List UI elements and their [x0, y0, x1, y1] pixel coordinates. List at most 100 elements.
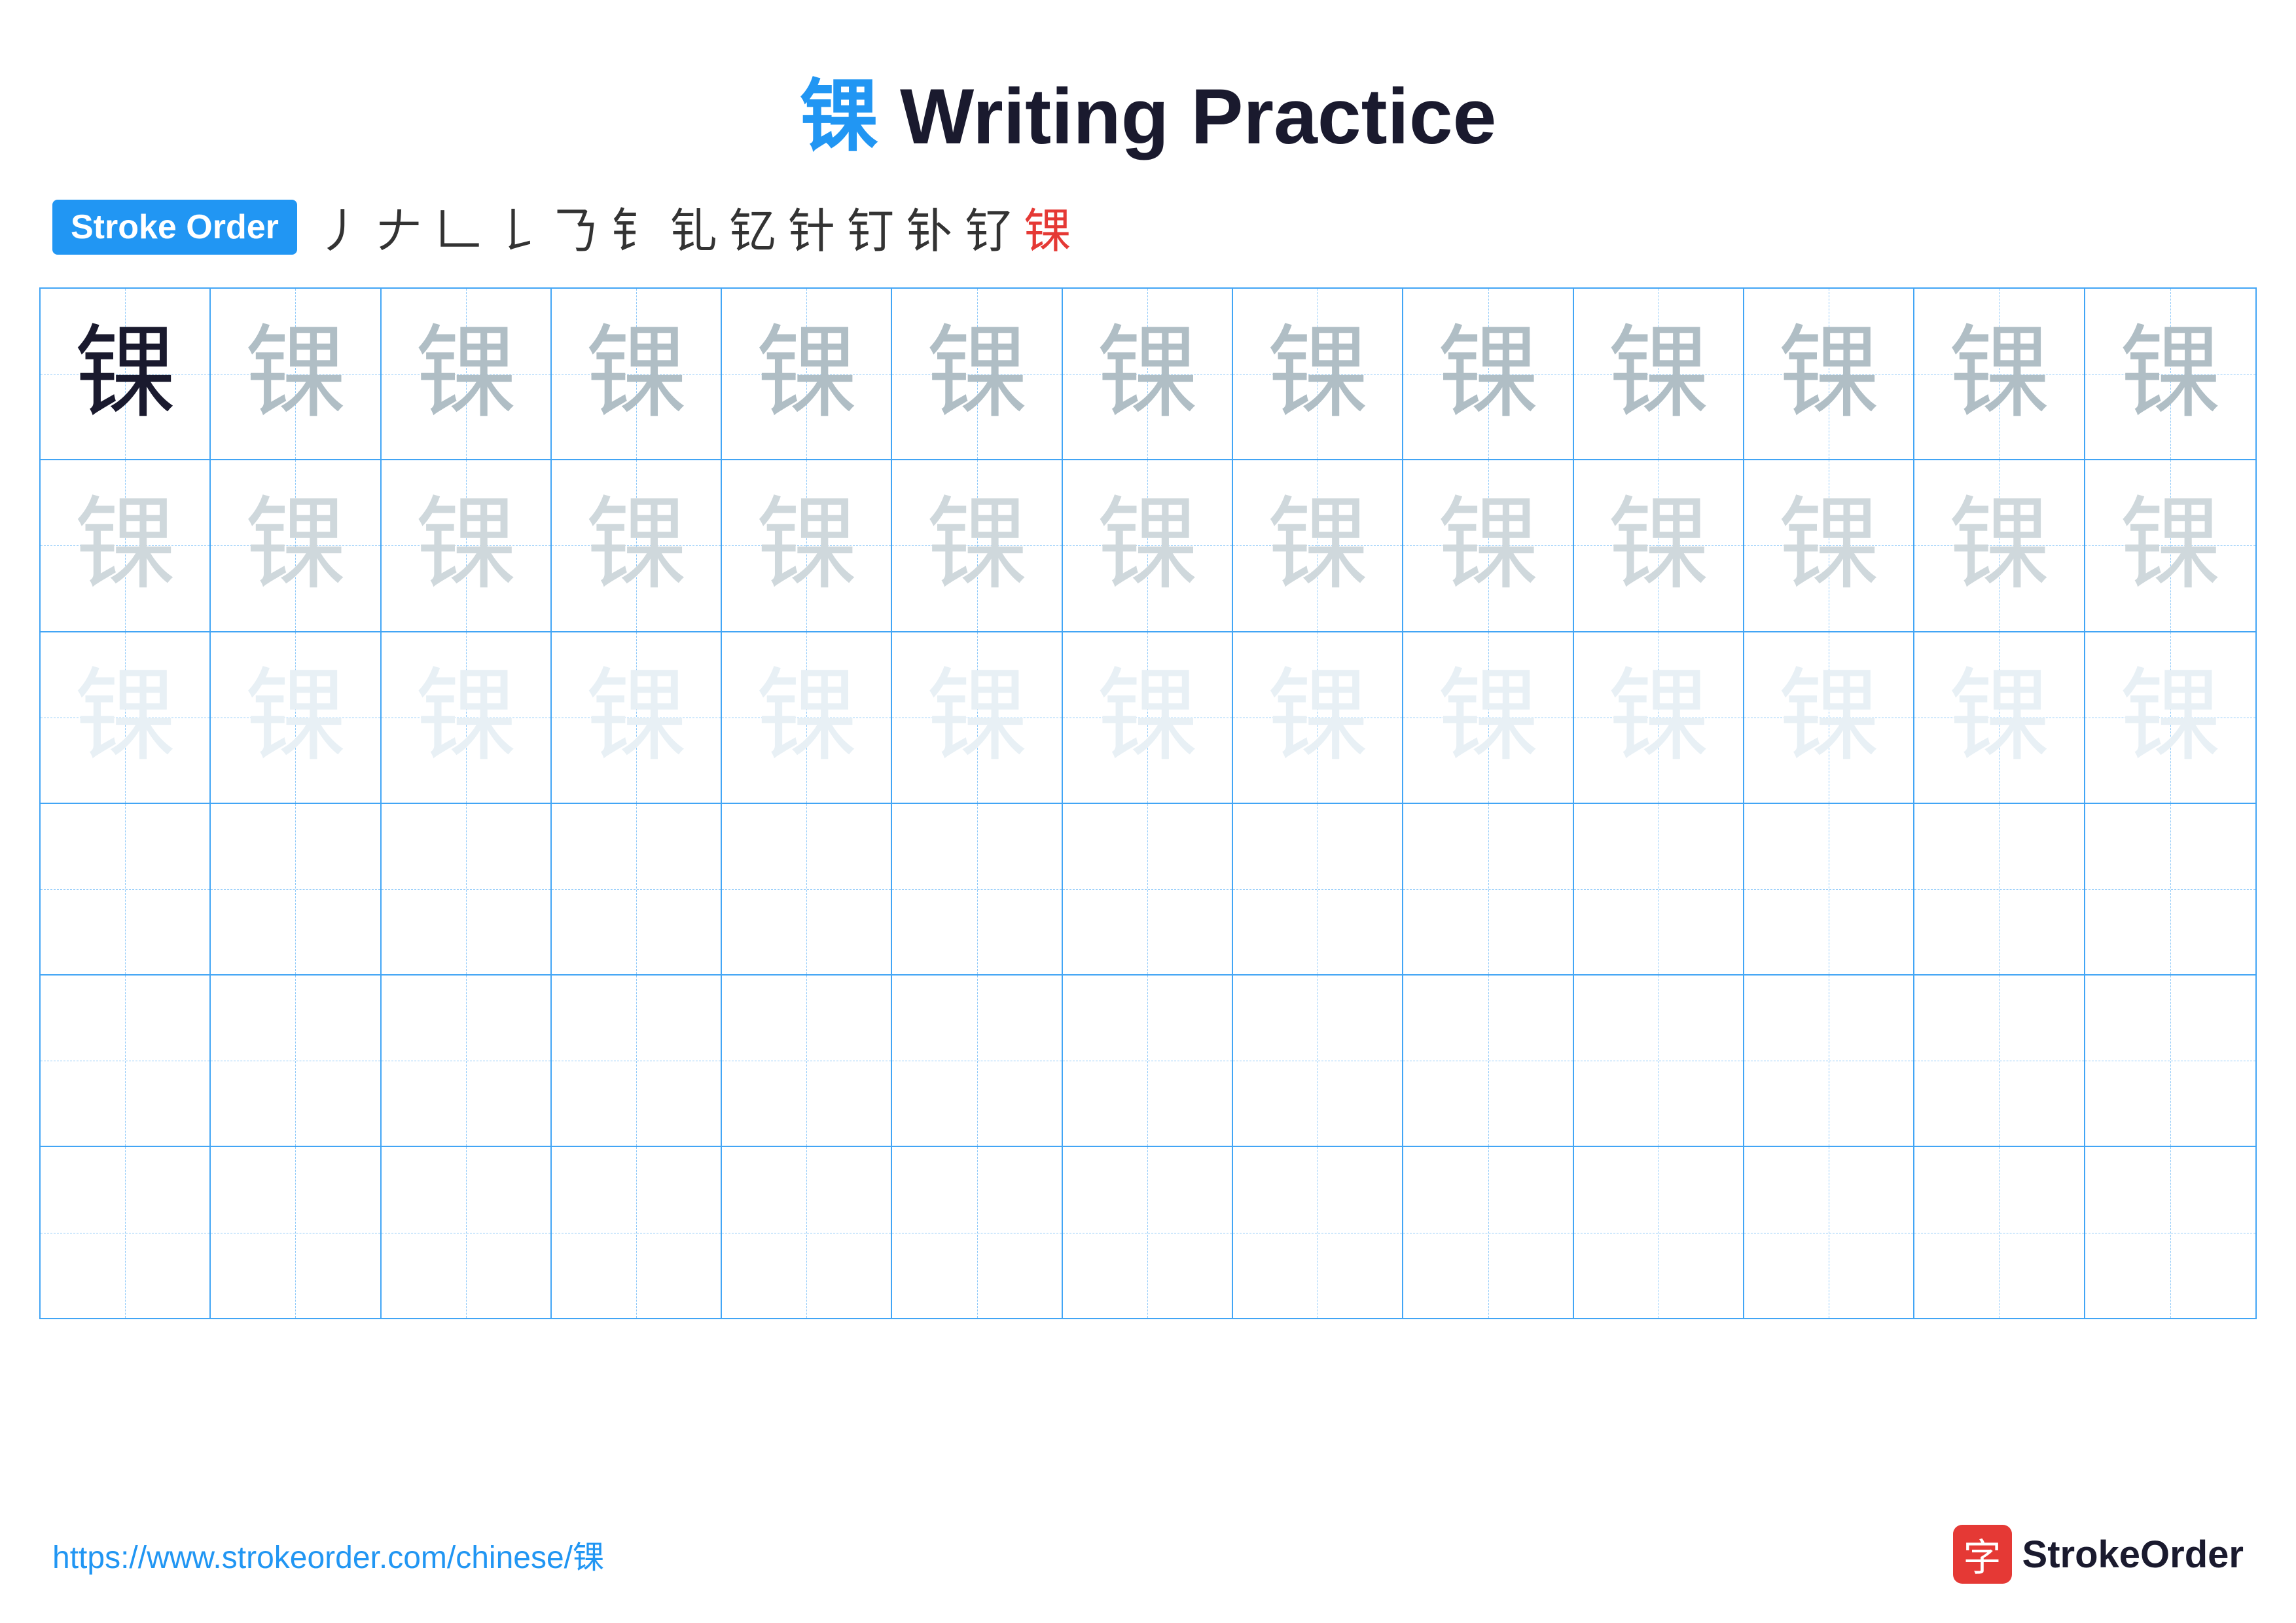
- grid-cell-2-11: 锞: [1744, 460, 1914, 630]
- footer: https://www.strokeorder.com/chinese/锞 字 …: [0, 1525, 2296, 1584]
- grid-row-2: 锞 锞 锞 锞 锞 锞 锞 锞 锞 锞 锞 锞 锞: [41, 460, 2255, 632]
- grid-cell-1-13: 锞: [2085, 289, 2255, 459]
- grid-cell-6-8[interactable]: [1233, 1147, 1403, 1317]
- grid-cell-6-13[interactable]: [2085, 1147, 2255, 1317]
- stroke-9: 针: [788, 192, 835, 261]
- grid-cell-5-12[interactable]: [1914, 976, 2085, 1146]
- title-char: 锞: [800, 73, 878, 160]
- stroke-7: 钆: [670, 192, 717, 261]
- grid-cell-5-4[interactable]: [552, 976, 722, 1146]
- grid-cell-3-10: 锞: [1574, 632, 1744, 803]
- grid-cell-2-10: 锞: [1574, 460, 1744, 630]
- grid-row-3: 锞 锞 锞 锞 锞 锞 锞 锞 锞 锞 锞 锞 锞: [41, 632, 2255, 804]
- grid-cell-3-4: 锞: [552, 632, 722, 803]
- stroke-steps: 丿 𠂇 𠃊 𠄌 𠄎 钅 钆 钇 针 钉 钋 钌 锞: [317, 192, 1071, 261]
- grid-row-6: [41, 1147, 2255, 1317]
- stroke-11: 钋: [906, 192, 953, 261]
- grid-cell-5-5[interactable]: [722, 976, 892, 1146]
- stroke-5: 𠄎: [552, 192, 600, 261]
- grid-cell-6-3[interactable]: [382, 1147, 552, 1317]
- stroke-8: 钇: [729, 192, 776, 261]
- grid-cell-1-8: 锞: [1233, 289, 1403, 459]
- grid-cell-2-13: 锞: [2085, 460, 2255, 630]
- grid-cell-6-11[interactable]: [1744, 1147, 1914, 1317]
- grid-cell-2-4: 锞: [552, 460, 722, 630]
- stroke-4: 𠄌: [493, 192, 541, 261]
- grid-cell-5-10[interactable]: [1574, 976, 1744, 1146]
- grid-cell-2-1: 锞: [41, 460, 211, 630]
- grid-cell-3-11: 锞: [1744, 632, 1914, 803]
- grid-cell-5-8[interactable]: [1233, 976, 1403, 1146]
- grid-cell-6-6[interactable]: [892, 1147, 1062, 1317]
- grid-cell-6-9[interactable]: [1403, 1147, 1573, 1317]
- grid-cell-3-12: 锞: [1914, 632, 2085, 803]
- stroke-order-row: Stroke Order 丿 𠂇 𠃊 𠄌 𠄎 钅 钆 钇 针 钉 钋 钌 锞: [0, 192, 2296, 261]
- grid-cell-6-5[interactable]: [722, 1147, 892, 1317]
- grid-cell-1-4: 锞: [552, 289, 722, 459]
- grid-row-4: [41, 804, 2255, 976]
- grid-row-1: 锞 锞 锞 锞 锞 锞 锞 锞 锞 锞 锞 锞 锞: [41, 289, 2255, 460]
- stroke-12: 钌: [965, 192, 1012, 261]
- grid-cell-3-5: 锞: [722, 632, 892, 803]
- title-text: Writing Practice: [878, 73, 1497, 160]
- stroke-6: 钅: [611, 192, 658, 261]
- grid-cell-2-7: 锞: [1063, 460, 1233, 630]
- stroke-order-badge: Stroke Order: [52, 200, 297, 255]
- grid-cell-5-2[interactable]: [211, 976, 381, 1146]
- grid-cell-1-12: 锞: [1914, 289, 2085, 459]
- stroke-1: 丿: [317, 192, 364, 261]
- page-title: 锞 Writing Practice: [0, 0, 2296, 166]
- grid-cell-1-11: 锞: [1744, 289, 1914, 459]
- stroke-13: 锞: [1024, 192, 1071, 261]
- grid-cell-1-5: 锞: [722, 289, 892, 459]
- grid-cell-2-6: 锞: [892, 460, 1062, 630]
- footer-url[interactable]: https://www.strokeorder.com/chinese/锞: [52, 1531, 604, 1577]
- footer-logo-text: StrokeOrder: [2022, 1533, 2244, 1577]
- stroke-10: 钉: [847, 192, 894, 261]
- grid-cell-4-13[interactable]: [2085, 804, 2255, 974]
- grid-cell-6-7[interactable]: [1063, 1147, 1233, 1317]
- grid-cell-5-1[interactable]: [41, 976, 211, 1146]
- grid-cell-4-7[interactable]: [1063, 804, 1233, 974]
- grid-cell-1-1: 锞: [41, 289, 211, 459]
- grid-cell-4-10[interactable]: [1574, 804, 1744, 974]
- grid-cell-4-4[interactable]: [552, 804, 722, 974]
- grid-cell-2-5: 锞: [722, 460, 892, 630]
- grid-cell-2-9: 锞: [1403, 460, 1573, 630]
- grid-cell-6-10[interactable]: [1574, 1147, 1744, 1317]
- grid-cell-3-3: 锞: [382, 632, 552, 803]
- grid-cell-6-12[interactable]: [1914, 1147, 2085, 1317]
- grid-cell-4-3[interactable]: [382, 804, 552, 974]
- grid-cell-5-11[interactable]: [1744, 976, 1914, 1146]
- grid-row-5: [41, 976, 2255, 1147]
- grid-cell-3-13: 锞: [2085, 632, 2255, 803]
- grid-cell-4-9[interactable]: [1403, 804, 1573, 974]
- practice-grid: 锞 锞 锞 锞 锞 锞 锞 锞 锞 锞 锞 锞 锞 锞 锞 锞 锞 锞 锞 锞 …: [39, 287, 2257, 1319]
- grid-cell-1-6: 锞: [892, 289, 1062, 459]
- grid-cell-4-6[interactable]: [892, 804, 1062, 974]
- grid-cell-2-3: 锞: [382, 460, 552, 630]
- grid-cell-1-2: 锞: [211, 289, 381, 459]
- grid-cell-6-1[interactable]: [41, 1147, 211, 1317]
- grid-cell-5-7[interactable]: [1063, 976, 1233, 1146]
- grid-cell-6-2[interactable]: [211, 1147, 381, 1317]
- grid-cell-4-1[interactable]: [41, 804, 211, 974]
- grid-cell-4-12[interactable]: [1914, 804, 2085, 974]
- grid-cell-2-2: 锞: [211, 460, 381, 630]
- grid-cell-4-8[interactable]: [1233, 804, 1403, 974]
- grid-cell-1-10: 锞: [1574, 289, 1744, 459]
- grid-cell-4-2[interactable]: [211, 804, 381, 974]
- grid-cell-4-11[interactable]: [1744, 804, 1914, 974]
- grid-cell-5-13[interactable]: [2085, 976, 2255, 1146]
- grid-cell-5-6[interactable]: [892, 976, 1062, 1146]
- grid-cell-4-5[interactable]: [722, 804, 892, 974]
- grid-cell-5-3[interactable]: [382, 976, 552, 1146]
- stroke-3: 𠃊: [435, 192, 482, 261]
- grid-cell-1-9: 锞: [1403, 289, 1573, 459]
- grid-cell-5-9[interactable]: [1403, 976, 1573, 1146]
- grid-cell-3-1: 锞: [41, 632, 211, 803]
- grid-cell-3-2: 锞: [211, 632, 381, 803]
- grid-cell-2-8: 锞: [1233, 460, 1403, 630]
- grid-cell-6-4[interactable]: [552, 1147, 722, 1317]
- stroke-2: 𠂇: [376, 192, 423, 261]
